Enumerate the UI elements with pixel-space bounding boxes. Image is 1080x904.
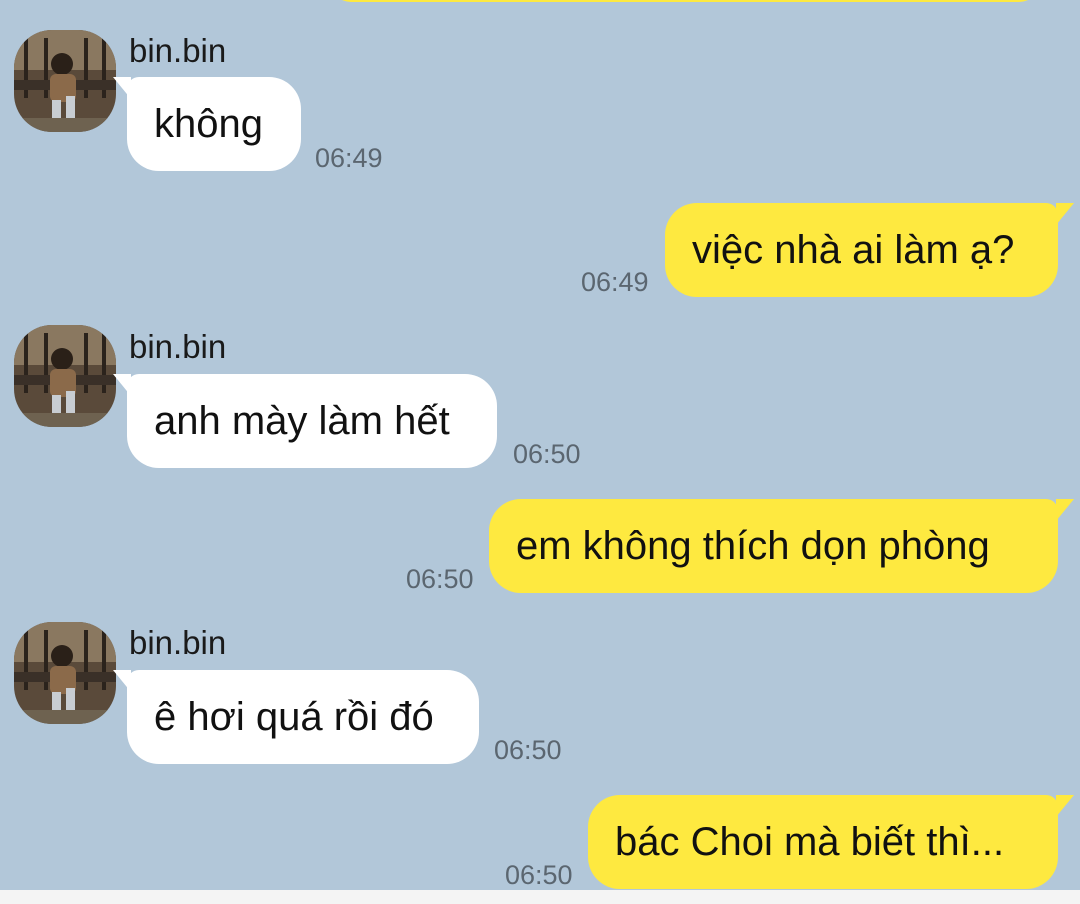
message-timestamp: 06:50 bbox=[505, 860, 573, 890]
message-bubble-incoming[interactable]: ê hơi quá rồi đó bbox=[113, 670, 479, 764]
message-bubble-outgoing[interactable]: em không thích dọn phòng bbox=[489, 499, 1074, 593]
chat-area[interactable]: bin.bin không 06:49 06:49 việc nhà ai là… bbox=[0, 0, 1080, 890]
avatar[interactable] bbox=[14, 30, 116, 132]
avatar[interactable] bbox=[14, 325, 116, 427]
message-bubble-outgoing[interactable]: việc nhà ai làm ạ? bbox=[665, 203, 1074, 297]
profile-photo-icon bbox=[14, 622, 116, 724]
profile-photo-icon bbox=[14, 30, 116, 132]
message-timestamp: 06:50 bbox=[513, 439, 581, 469]
profile-photo-icon bbox=[14, 325, 116, 427]
previous-outgoing-bubble[interactable] bbox=[330, 0, 1040, 2]
sender-name: bin.bin bbox=[129, 624, 227, 661]
sender-name: bin.bin bbox=[129, 32, 227, 69]
input-bar-edge bbox=[0, 890, 1080, 904]
message-timestamp: 06:50 bbox=[406, 564, 474, 594]
message-timestamp: 06:49 bbox=[315, 143, 383, 173]
message-timestamp: 06:50 bbox=[494, 735, 562, 765]
sender-name: bin.bin bbox=[129, 328, 227, 365]
message-bubble-incoming[interactable]: anh mày làm hết bbox=[113, 374, 497, 468]
avatar[interactable] bbox=[14, 622, 116, 724]
message-timestamp: 06:49 bbox=[581, 267, 649, 297]
message-bubble-outgoing[interactable]: bác Choi mà biết thì... bbox=[588, 795, 1074, 889]
message-bubble-incoming[interactable]: không bbox=[113, 77, 301, 171]
